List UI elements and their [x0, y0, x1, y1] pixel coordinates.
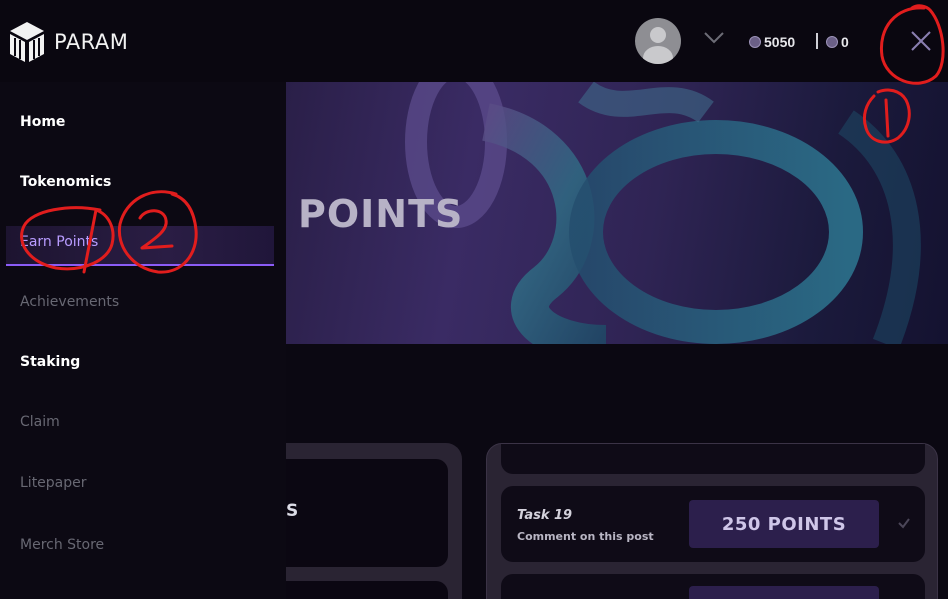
tasks-panel: Task 19 Comment on this post 250 POINTS — [486, 443, 938, 599]
divider — [816, 33, 818, 49]
points-coin-icon — [749, 36, 761, 48]
checkmark-icon — [898, 518, 910, 529]
task-points-button-next[interactable] — [689, 586, 879, 599]
sidebar-menu: Home Tokenomics Earn Points Achievements… — [0, 82, 286, 599]
top-bar: PARAM 5050 0 — [0, 0, 948, 82]
hero-banner: POINTS — [286, 82, 948, 344]
stats-card-next — [286, 581, 448, 599]
sidebar-item-claim[interactable]: Claim — [20, 414, 60, 430]
chevron-down-icon[interactable] — [703, 30, 725, 46]
token-coin-icon — [826, 36, 838, 48]
stats-card-text: S — [286, 501, 299, 521]
task-points-button[interactable]: 250 POINTS — [689, 500, 879, 548]
sidebar-item-staking[interactable]: Staking — [20, 354, 80, 370]
close-icon[interactable] — [906, 26, 936, 56]
task-description: Comment on this post — [517, 530, 654, 543]
sidebar-item-litepaper[interactable]: Litepaper — [20, 475, 87, 491]
avatar-body — [643, 46, 673, 64]
points-balance-value: 5050 — [764, 34, 796, 50]
task-card-next — [501, 574, 925, 599]
token-balance: 0 — [826, 34, 849, 50]
avatar-head — [650, 27, 666, 43]
stats-card: S — [286, 459, 448, 567]
sidebar-item-merch-store[interactable]: Merch Store — [20, 537, 104, 553]
task-card: Task 19 Comment on this post 250 POINTS — [501, 486, 925, 562]
sidebar-item-home[interactable]: Home — [20, 114, 65, 130]
param-logo-icon — [10, 22, 44, 62]
token-balance-value: 0 — [841, 34, 849, 50]
stats-panel: S — [286, 443, 462, 599]
sidebar-item-achievements[interactable]: Achievements — [20, 294, 119, 310]
task-name: Task 19 — [517, 508, 573, 523]
page-title: POINTS — [298, 192, 464, 236]
sidebar-item-earn-points[interactable]: Earn Points — [20, 234, 98, 250]
task-card-previous — [501, 444, 925, 474]
brand-logo[interactable]: PARAM — [6, 20, 128, 64]
brand-name: PARAM — [54, 30, 129, 54]
sidebar-item-tokenomics[interactable]: Tokenomics — [20, 174, 111, 190]
avatar[interactable] — [635, 18, 681, 64]
points-balance: 5050 — [749, 34, 795, 50]
